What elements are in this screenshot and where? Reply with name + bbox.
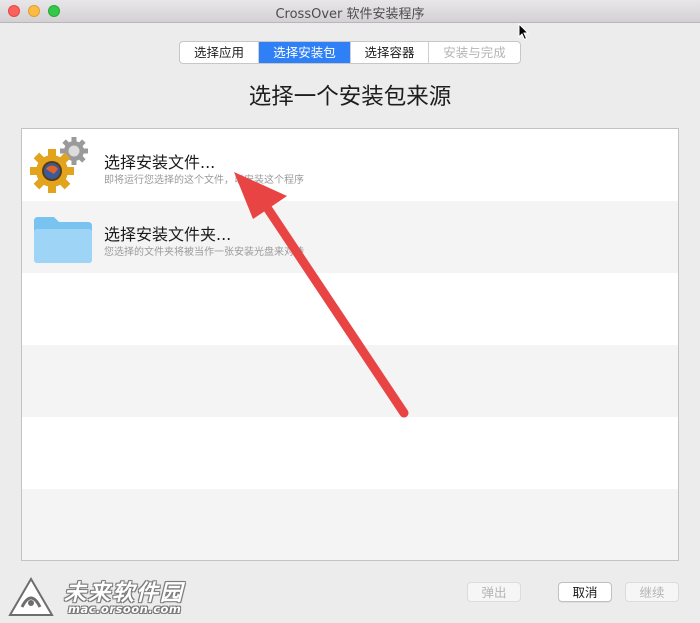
crossover-installer-window: CrossOver 软件安装程序 选择应用 选择安装包 选择容器 安装与完成 选… [0,0,700,623]
tab-install-finish: 安装与完成 [428,42,520,63]
source-item-description: 您选择的文件夹将被当作一张安装光盘来对待 [104,247,304,258]
tab-select-application[interactable]: 选择应用 [180,42,258,63]
watermark-url: mac.orsoon.com [68,602,182,616]
installer-gear-icon [30,137,88,193]
folder-icon [34,217,92,263]
mouse-cursor-icon [518,23,530,41]
page-heading: 选择一个安装包来源 [248,84,452,110]
tab-select-installer[interactable]: 选择安装包 [258,42,350,63]
empty-list-row [22,489,678,560]
empty-list-row [22,417,678,489]
source-item-installer-file[interactable]: 选择安装文件... 即将运行您选择的这个文件，以安装这个程序 [22,129,678,201]
source-item-title: 选择安装文件夹... [104,225,232,244]
source-item-installer-folder[interactable]: 选择安装文件夹... 您选择的文件夹将被当作一张安装光盘来对待 [22,201,678,273]
eject-button: 弹出 [467,582,521,602]
source-item-description: 即将运行您选择的这个文件，以安装这个程序 [104,175,304,186]
site-logo-icon [8,577,54,616]
title-bar: CrossOver 软件安装程序 [0,0,700,23]
step-tabs: 选择应用 选择安装包 选择容器 安装与完成 [179,41,521,64]
cancel-button[interactable]: 取消 [558,582,612,602]
empty-list-row [22,273,678,345]
empty-list-row [22,345,678,417]
tab-select-bottle[interactable]: 选择容器 [350,42,428,63]
installer-source-list: 选择安装文件... 即将运行您选择的这个文件，以安装这个程序 选择安装文件夹..… [21,128,679,561]
window-title: CrossOver 软件安装程序 [275,7,425,22]
watermark-logo: 未来软件园 mac.orsoon.com [8,575,208,619]
continue-button: 继续 [625,582,679,602]
source-item-title: 选择安装文件... [104,153,216,172]
